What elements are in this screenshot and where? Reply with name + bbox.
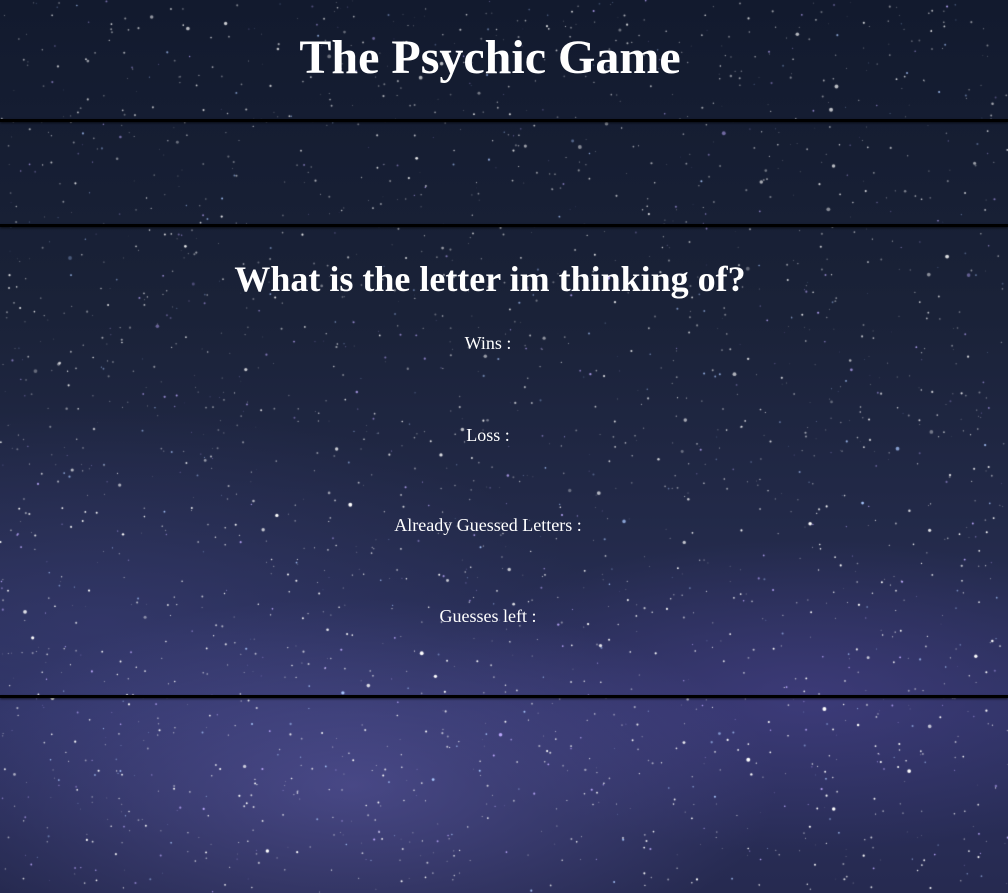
game-section: What is the letter im thinking of? Wins …	[0, 227, 1008, 695]
game-question: What is the letter im thinking of?	[234, 259, 746, 299]
wins-label: Wins :	[464, 333, 512, 353]
top-divider	[0, 119, 1008, 122]
bottom-divider	[0, 695, 1008, 698]
empty-section	[0, 122, 1008, 224]
guesses-left-stat: Guesses left :	[0, 605, 980, 627]
loss-stat: Loss :	[0, 424, 980, 446]
middle-divider	[0, 224, 1008, 227]
footer-section	[0, 698, 1008, 893]
wins-stat: Wins :	[0, 332, 980, 354]
header-section: The Psychic Game	[0, 0, 1008, 119]
page-title: The Psychic Game	[299, 31, 681, 84]
loss-label: Loss :	[466, 425, 510, 445]
guesses-left-label: Guesses left :	[439, 606, 537, 626]
guessed-letters-label: Already Guessed Letters :	[394, 515, 582, 535]
guessed-letters-stat: Already Guessed Letters :	[0, 514, 980, 536]
